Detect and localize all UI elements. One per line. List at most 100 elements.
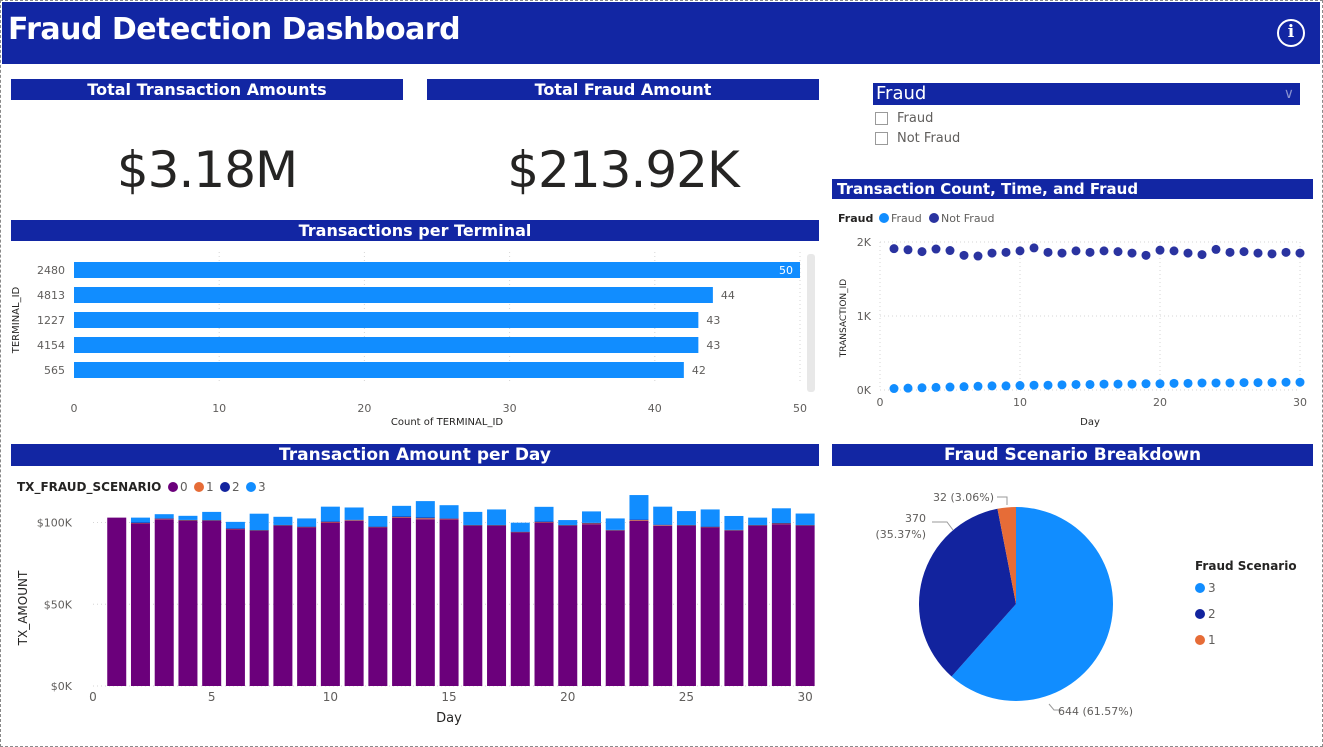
amount-bar-segment[interactable] [415, 501, 435, 518]
amount-bar-segment[interactable] [653, 524, 673, 526]
not-fraud-point[interactable] [1141, 250, 1151, 260]
terminal-bar[interactable] [74, 337, 699, 353]
amount-bar-segment[interactable] [558, 525, 578, 686]
amount-bar-segment[interactable] [107, 517, 127, 686]
info-icon[interactable]: i [1277, 19, 1305, 47]
not-fraud-point[interactable] [1085, 247, 1095, 257]
checkbox[interactable] [875, 112, 888, 125]
not-fraud-point[interactable] [1015, 246, 1025, 256]
not-fraud-point[interactable] [1239, 247, 1249, 257]
slicer-option-not-fraud[interactable]: Not Fraud [875, 131, 960, 146]
amount-bar-segment[interactable] [130, 523, 150, 686]
terminal-bar[interactable] [74, 362, 684, 378]
amount-bar-segment[interactable] [605, 530, 625, 686]
not-fraud-point[interactable] [1183, 248, 1193, 258]
amount-bar-segment[interactable] [439, 518, 459, 519]
amount-bar-segment[interactable] [534, 522, 554, 686]
amount-bar-segment[interactable] [581, 524, 601, 686]
not-fraud-point[interactable] [1113, 247, 1123, 257]
amount-bar-segment[interactable] [700, 526, 720, 528]
amount-bar-segment[interactable] [676, 511, 696, 525]
amount-bar-segment[interactable] [700, 509, 720, 527]
amount-bar-segment[interactable] [392, 517, 412, 686]
amount-bar-segment[interactable] [297, 518, 317, 527]
not-fraud-point[interactable] [1099, 246, 1109, 256]
scrollbar[interactable] [807, 254, 815, 392]
amount-bar-segment[interactable] [510, 531, 530, 533]
amount-bar-segment[interactable] [320, 522, 340, 686]
amount-bar-segment[interactable] [629, 520, 649, 521]
amount-bar-segment[interactable] [605, 529, 625, 531]
terminal-bar[interactable] [74, 287, 713, 303]
amount-bar-segment[interactable] [392, 505, 412, 517]
fraud-point[interactable] [1127, 379, 1137, 389]
amount-bar-segment[interactable] [605, 518, 625, 530]
amount-bar-segment[interactable] [581, 523, 601, 525]
amount-bar-segment[interactable] [487, 509, 507, 525]
amount-bar-segment[interactable] [368, 515, 388, 527]
fraud-point[interactable] [1239, 378, 1249, 388]
fraud-point[interactable] [1099, 379, 1109, 389]
not-fraud-point[interactable] [1253, 248, 1263, 258]
not-fraud-point[interactable] [1225, 247, 1235, 257]
amount-bar-segment[interactable] [415, 518, 435, 520]
fraud-point[interactable] [973, 381, 983, 391]
not-fraud-point[interactable] [1155, 245, 1165, 255]
fraud-slicer-header[interactable]: Fraud ∨ [873, 83, 1300, 105]
amount-bar-segment[interactable] [795, 524, 815, 526]
amount-bar-segment[interactable] [415, 519, 435, 686]
fraud-point[interactable] [1141, 379, 1151, 389]
amount-bar-segment[interactable] [392, 516, 412, 518]
amount-bar-segment[interactable] [439, 505, 459, 519]
fraud-point[interactable] [1267, 378, 1277, 388]
amount-bar-segment[interactable] [629, 519, 649, 521]
amount-bar-segment[interactable] [748, 525, 768, 686]
amount-bar-segment[interactable] [463, 525, 483, 686]
amount-bar-segment[interactable] [748, 517, 768, 525]
amount-bar-segment[interactable] [249, 530, 269, 686]
fraud-point[interactable] [903, 383, 913, 393]
amount-bar-segment[interactable] [225, 521, 245, 529]
amount-bar-segment[interactable] [653, 506, 673, 525]
fraud-point[interactable] [917, 383, 927, 393]
amount-bar-segment[interactable] [249, 530, 269, 531]
amount-bar-segment[interactable] [273, 516, 293, 525]
amount-bar-segment[interactable] [771, 508, 791, 524]
amount-bar-segment[interactable] [581, 511, 601, 523]
not-fraud-point[interactable] [1211, 244, 1221, 254]
terminal-bar[interactable] [74, 262, 800, 278]
amount-bar-segment[interactable] [748, 524, 768, 526]
fraud-point[interactable] [1225, 378, 1235, 388]
amount-bar-segment[interactable] [439, 519, 459, 686]
amount-bar-segment[interactable] [178, 519, 198, 521]
not-fraud-point[interactable] [959, 250, 969, 260]
amount-bar-segment[interactable] [463, 524, 483, 526]
amount-bar-segment[interactable] [225, 528, 245, 530]
amount-bar-segment[interactable] [510, 522, 530, 532]
amount-bar-segment[interactable] [249, 513, 269, 531]
amount-bar-segment[interactable] [487, 525, 507, 686]
amount-bar-segment[interactable] [795, 513, 815, 525]
amount-bar-segment[interactable] [130, 517, 150, 523]
not-fraud-point[interactable] [1169, 246, 1179, 256]
fraud-point[interactable] [1071, 379, 1081, 389]
amount-bar-segment[interactable] [676, 524, 696, 526]
amount-bar-segment[interactable] [202, 520, 222, 521]
not-fraud-point[interactable] [1197, 250, 1207, 260]
fraud-point[interactable] [1043, 380, 1053, 390]
fraud-point[interactable] [1295, 377, 1305, 387]
not-fraud-point[interactable] [903, 245, 913, 255]
amount-bar-segment[interactable] [202, 511, 222, 521]
amount-bar-segment[interactable] [273, 524, 293, 526]
fraud-point[interactable] [1085, 379, 1095, 389]
amount-bar-segment[interactable] [724, 515, 744, 530]
amount-bar-segment[interactable] [320, 506, 340, 522]
fraud-point[interactable] [1057, 380, 1067, 390]
terminal-bar[interactable] [74, 312, 699, 328]
amount-bar-segment[interactable] [534, 506, 554, 522]
not-fraud-point[interactable] [917, 247, 927, 257]
not-fraud-point[interactable] [987, 248, 997, 258]
amount-bar-segment[interactable] [487, 524, 507, 526]
amount-bar-segment[interactable] [629, 495, 649, 520]
amount-bar-segment[interactable] [415, 517, 435, 519]
